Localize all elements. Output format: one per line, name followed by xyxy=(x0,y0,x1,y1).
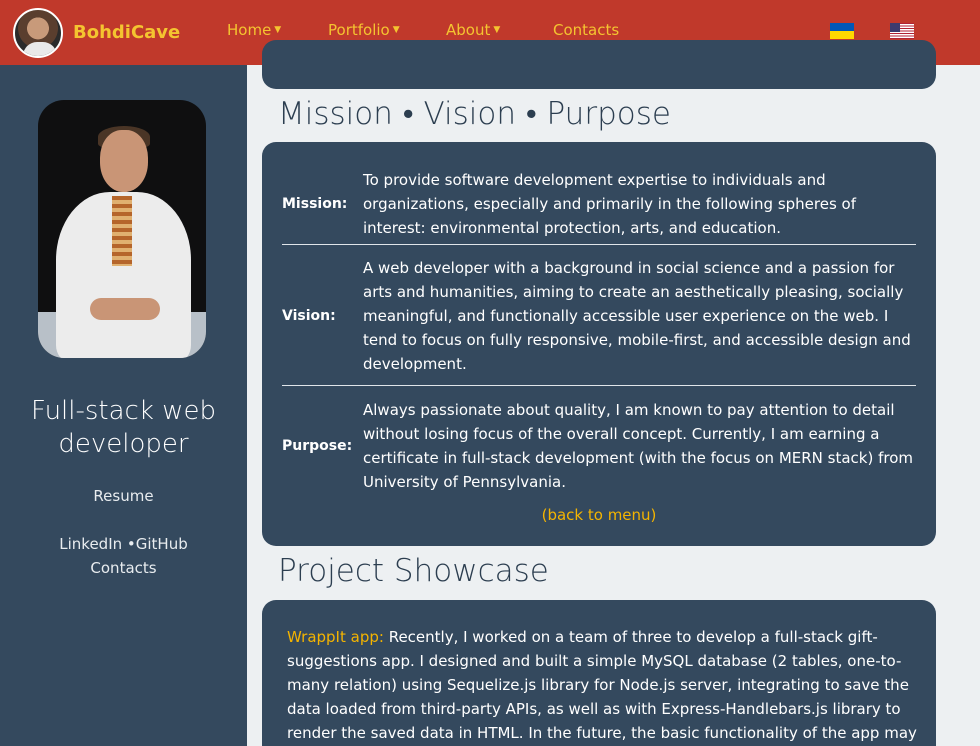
chevron-down-icon: ▼ xyxy=(392,25,400,35)
previous-section-card xyxy=(262,40,936,89)
vision-label: Vision: xyxy=(282,308,336,324)
project-description: WrappIt app: Recently, I worked on a tea… xyxy=(287,625,917,746)
nav-home[interactable]: Home ▼ xyxy=(227,21,281,39)
vision-row: Vision: A web developer with a backgroun… xyxy=(282,255,916,377)
resume-link[interactable]: Resume xyxy=(0,487,247,505)
divider xyxy=(282,244,916,245)
project-showcase-heading: Project Showcase xyxy=(278,553,549,589)
avatar xyxy=(13,7,63,58)
profile-photo xyxy=(38,100,206,358)
nav-contacts[interactable]: Contacts xyxy=(553,21,619,39)
nav-about[interactable]: About ▼ xyxy=(446,21,500,39)
mission-row: Mission: To provide software development… xyxy=(282,162,916,246)
contacts-link[interactable]: Contacts xyxy=(0,559,247,577)
nav-portfolio[interactable]: Portfolio ▼ xyxy=(328,21,400,39)
brand-name[interactable]: BohdiCave xyxy=(73,22,180,43)
us-flag-icon[interactable] xyxy=(890,23,914,39)
ukraine-flag-icon[interactable] xyxy=(830,23,854,39)
purpose-text: Always passionate about quality, I am kn… xyxy=(363,401,913,491)
mvp-heading: Mission • Vision • Purpose xyxy=(278,96,671,132)
vision-text: A web developer with a background in soc… xyxy=(363,259,911,373)
chevron-down-icon: ▼ xyxy=(274,25,282,35)
mvp-card: Mission: To provide software development… xyxy=(262,142,936,546)
purpose-row: Purpose: Always passionate about quality… xyxy=(282,397,916,495)
brand[interactable]: BohdiCave xyxy=(13,7,180,58)
purpose-label: Purpose: xyxy=(282,438,353,454)
sidebar: Full-stack web developer Resume LinkedIn… xyxy=(0,65,247,746)
social-links[interactable]: LinkedIn •GitHub xyxy=(0,535,247,553)
chevron-down-icon: ▼ xyxy=(493,25,501,35)
back-to-menu-link[interactable]: (back to menu) xyxy=(262,506,936,524)
sidebar-title: Full-stack web developer xyxy=(31,396,216,459)
mission-label: Mission: xyxy=(282,196,348,212)
divider xyxy=(282,385,916,386)
mission-text: To provide software development expertis… xyxy=(363,171,857,237)
wrappit-app-link[interactable]: WrappIt app: xyxy=(287,628,384,646)
project-card: WrappIt app: Recently, I worked on a tea… xyxy=(262,600,936,746)
